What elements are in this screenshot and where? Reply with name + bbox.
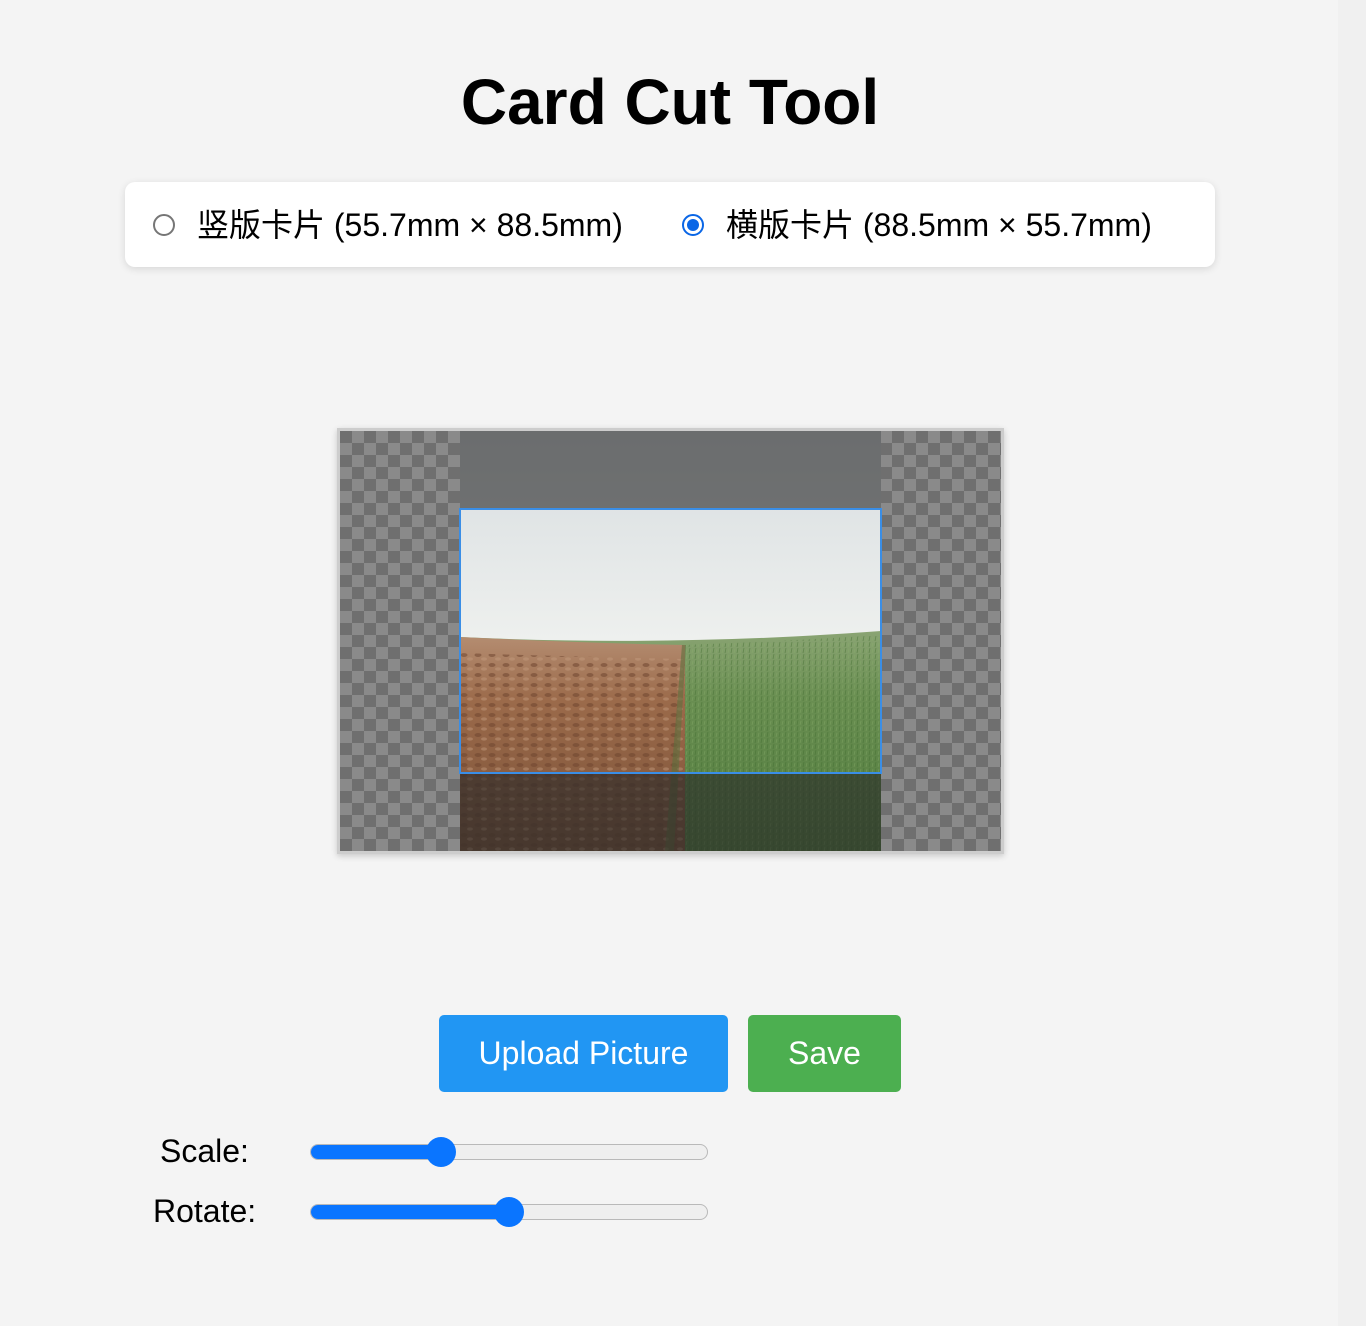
portrait-card-label: 竖版卡片 (55.7mm × 88.5mm) — [197, 206, 623, 243]
crop-selection-box[interactable] — [459, 508, 882, 774]
rotate-slider-thumb[interactable] — [494, 1197, 524, 1227]
crop-canvas[interactable] — [337, 428, 1004, 854]
rotate-label: Rotate: — [153, 1193, 257, 1229]
crop-mask-bottom — [460, 774, 881, 851]
scale-slider-track[interactable] — [310, 1144, 708, 1160]
scrollbar-track[interactable] — [1338, 0, 1366, 1326]
rotate-slider-fill — [311, 1205, 509, 1219]
scale-label: Scale: — [160, 1133, 249, 1169]
scale-slider-fill — [311, 1145, 442, 1159]
page-title: Card Cut Tool — [460, 66, 880, 138]
landscape-card-label: 横版卡片 (88.5mm × 55.7mm) — [726, 206, 1152, 243]
scale-slider[interactable] — [310, 1136, 708, 1168]
save-button[interactable]: Save — [748, 1015, 901, 1092]
orientation-selector: 竖版卡片 (55.7mm × 88.5mm) 横版卡片 (88.5mm × 55… — [125, 182, 1215, 267]
upload-picture-button[interactable]: Upload Picture — [439, 1015, 728, 1092]
crop-mask-top — [460, 431, 881, 508]
landscape-card-option[interactable]: 横版卡片 (88.5mm × 55.7mm) — [682, 182, 1152, 267]
portrait-card-radio[interactable] — [153, 213, 175, 236]
scale-slider-thumb[interactable] — [426, 1137, 457, 1167]
landscape-card-radio[interactable] — [682, 213, 704, 236]
rotate-slider[interactable] — [310, 1196, 708, 1228]
portrait-card-option[interactable]: 竖版卡片 (55.7mm × 88.5mm) — [153, 182, 623, 267]
